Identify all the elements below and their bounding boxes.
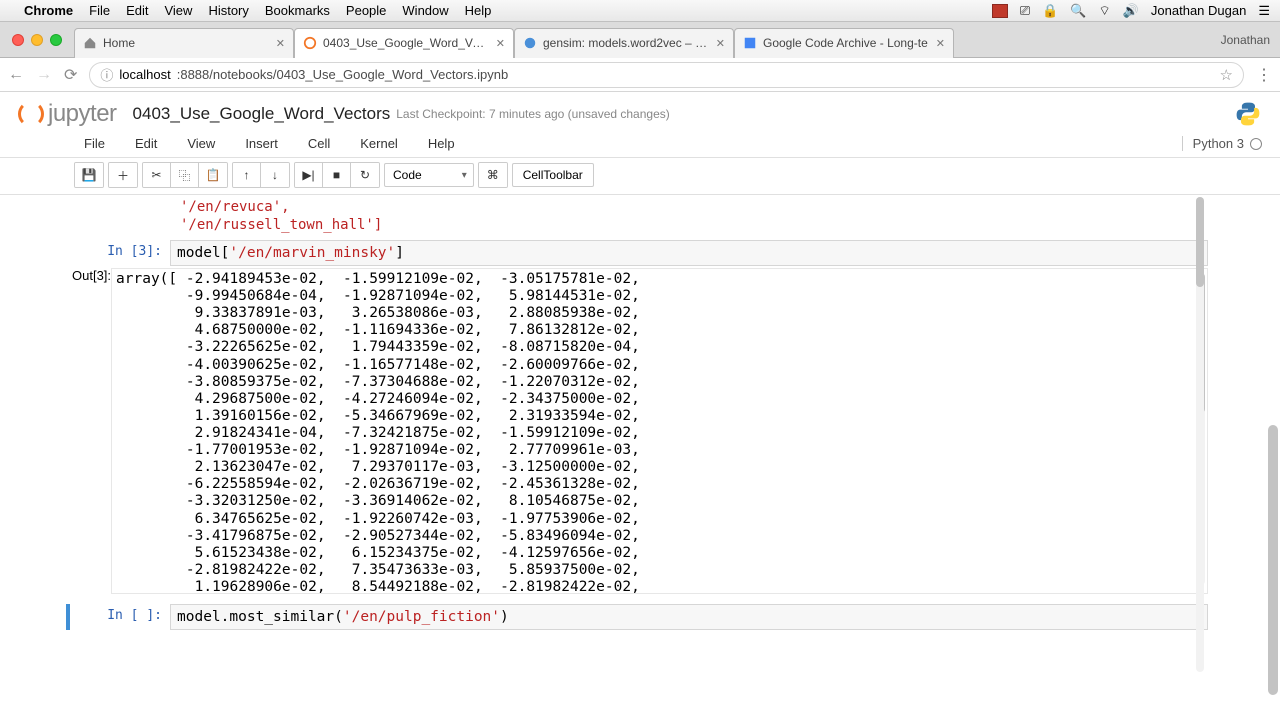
jupyter-logo-icon [18, 101, 44, 127]
maximize-window-button[interactable] [50, 34, 62, 46]
tab-title: 0403_Use_Google_Word_Vecto [323, 36, 490, 50]
menu-edit[interactable]: Edit [126, 3, 148, 18]
cell-input[interactable]: model.most_similar('/en/pulp_fiction') [170, 604, 1208, 630]
mac-menubar: Chrome File Edit View History Bookmarks … [0, 0, 1280, 22]
chevron-down-icon: ▾ [462, 170, 467, 181]
tab-close-icon[interactable]: ✕ [276, 37, 285, 50]
notebook-scrollbar[interactable] [1196, 197, 1204, 672]
restart-button[interactable]: ↻ [351, 163, 379, 187]
menu-file[interactable]: File [89, 3, 110, 18]
jmenu-insert[interactable]: Insert [245, 136, 278, 151]
output-prompt: Out[3]: [72, 268, 111, 594]
jmenu-edit[interactable]: Edit [135, 136, 157, 151]
menu-view[interactable]: View [164, 3, 192, 18]
page-scrollbar-thumb[interactable] [1268, 425, 1278, 695]
minimize-window-button[interactable] [31, 34, 43, 46]
output-cell: Out[3]: array([ -2.94189453e-02, -1.5991… [72, 268, 1208, 594]
tab-title: gensim: models.word2vec – De [543, 36, 710, 50]
browser-tabbar: Home ✕ 0403_Use_Google_Word_Vecto ✕ gens… [0, 22, 1280, 58]
browser-tab[interactable]: gensim: models.word2vec – De ✕ [514, 28, 734, 58]
code-output-fragment: '/en/revuca', '/en/russell_town_hall'] [72, 199, 1208, 234]
jupyter-logo[interactable]: jupyter [18, 100, 117, 128]
tab-close-icon[interactable]: ✕ [716, 37, 725, 50]
code-cell[interactable]: In [ ]: model.most_similar('/en/pulp_fic… [66, 604, 1208, 630]
browser-tab[interactable]: Google Code Archive - Long-te ✕ [734, 28, 954, 58]
cell-toolbar-button[interactable]: CellToolbar [512, 163, 594, 187]
jmenu-file[interactable]: File [84, 136, 105, 151]
menu-window[interactable]: Window [402, 3, 448, 18]
browser-tab[interactable]: 0403_Use_Google_Word_Vecto ✕ [294, 28, 514, 58]
recording-icon[interactable] [992, 4, 1008, 18]
tab-close-icon[interactable]: ✕ [496, 37, 505, 50]
jmenu-help[interactable]: Help [428, 136, 455, 151]
checkpoint-status: Last Checkpoint: 7 minutes ago (unsaved … [396, 107, 670, 121]
jupyter-header: jupyter 0403_Use_Google_Word_Vectors Las… [0, 92, 1280, 132]
browser-url-bar: ← → ⟳ ⓘ localhost :8888/notebooks/0403_Us… [0, 58, 1280, 92]
menu-bookmarks[interactable]: Bookmarks [265, 3, 330, 18]
jupyter-menubar: File Edit View Insert Cell Kernel Help P… [0, 132, 1280, 158]
cell-type-select[interactable]: Code ▾ [384, 163, 474, 187]
cell-prompt: In [ ]: [72, 604, 170, 630]
python-icon [1234, 100, 1262, 128]
output-area[interactable]: array([ -2.94189453e-02, -1.59912109e-02… [111, 268, 1208, 594]
volume-icon[interactable]: 🔊 [1123, 3, 1139, 19]
url-path: :8888/notebooks/0403_Use_Google_Word_Vec… [177, 67, 509, 82]
forward-button[interactable]: → [36, 66, 52, 84]
jmenu-kernel[interactable]: Kernel [360, 136, 398, 151]
kernel-status-icon [1250, 138, 1262, 150]
copy-button[interactable]: ⿻ [171, 163, 199, 187]
site-info-icon[interactable]: ⓘ [100, 65, 113, 84]
reload-button[interactable]: ⟳ [64, 65, 77, 85]
browser-tab[interactable]: Home ✕ [74, 28, 294, 58]
window-controls [0, 34, 74, 46]
tab-title: Google Code Archive - Long-te [763, 36, 930, 50]
add-cell-button[interactable]: ＋ [109, 163, 137, 187]
cell-type-value: Code [393, 168, 422, 182]
notebook-title[interactable]: 0403_Use_Google_Word_Vectors [133, 104, 391, 124]
notebook-area[interactable]: '/en/revuca', '/en/russell_town_hall'] I… [0, 195, 1280, 687]
jmenu-view[interactable]: View [187, 136, 215, 151]
close-window-button[interactable] [12, 34, 24, 46]
bookmark-star-icon[interactable]: ☆ [1220, 66, 1233, 84]
cell-input[interactable]: model['/en/marvin_minsky'] [170, 240, 1208, 266]
save-button[interactable]: 💾 [75, 163, 103, 187]
menu-history[interactable]: History [208, 3, 248, 18]
jupyter-logo-text: jupyter [48, 100, 117, 128]
home-icon [83, 36, 97, 50]
menu-extras-icon[interactable]: ☰ [1258, 3, 1270, 19]
cut-button[interactable]: ✂ [143, 163, 171, 187]
address-input[interactable]: ⓘ localhost :8888/notebooks/0403_Use_Goog… [89, 62, 1244, 88]
wifi-icon[interactable]: ⌔ [1099, 3, 1111, 19]
cell-prompt: In [3]: [72, 240, 170, 266]
mac-user[interactable]: Jonathan Dugan [1151, 3, 1246, 18]
command-palette-button[interactable]: ⌘ [479, 163, 507, 187]
tab-title: Home [103, 36, 270, 50]
move-down-button[interactable]: ↓ [261, 163, 289, 187]
google-icon [743, 36, 757, 50]
menu-help[interactable]: Help [465, 3, 492, 18]
jmenu-cell[interactable]: Cell [308, 136, 330, 151]
move-up-button[interactable]: ↑ [233, 163, 261, 187]
menu-people[interactable]: People [346, 3, 386, 18]
code-cell[interactable]: In [3]: model['/en/marvin_minsky'] [72, 240, 1208, 266]
app-name[interactable]: Chrome [24, 3, 73, 18]
scrollbar-thumb[interactable] [1196, 197, 1204, 287]
jupyter-icon [303, 36, 317, 50]
stop-button[interactable]: ■ [323, 163, 351, 187]
site-icon [523, 36, 537, 50]
lock-icon[interactable]: 🔒 [1042, 3, 1058, 19]
kernel-name: Python 3 [1193, 136, 1244, 151]
airplay-icon[interactable]: ⎚ [1020, 3, 1030, 19]
run-button[interactable]: ▶| [295, 163, 323, 187]
back-button[interactable]: ← [8, 66, 24, 84]
jupyter-toolbar: 💾 ＋ ✂ ⿻ 📋 ↑ ↓ ▶| ■ ↻ Code ▾ ⌘ CellToolba… [0, 158, 1280, 195]
chrome-menu-icon[interactable]: ⋮ [1256, 65, 1272, 85]
tab-close-icon[interactable]: ✕ [936, 37, 945, 50]
paste-button[interactable]: 📋 [199, 163, 227, 187]
chrome-profile[interactable]: Jonathan [1221, 33, 1270, 47]
url-host: localhost [119, 67, 170, 82]
spotlight-icon[interactable]: 🔍 [1070, 3, 1086, 19]
